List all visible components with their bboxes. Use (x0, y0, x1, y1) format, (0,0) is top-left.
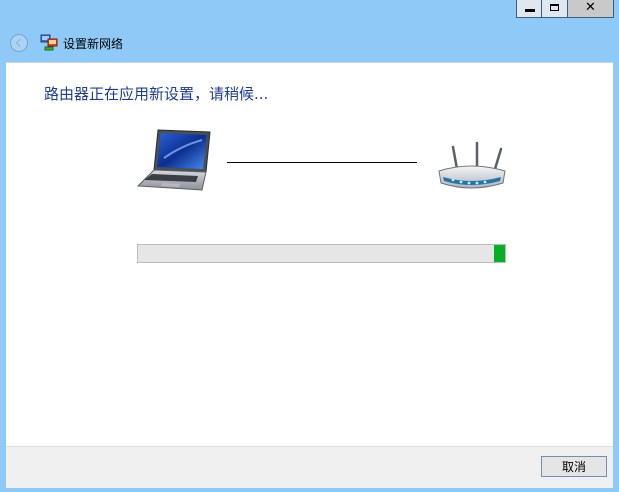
back-button[interactable] (10, 34, 28, 52)
cancel-button[interactable]: 取消 (541, 456, 607, 477)
network-setup-icon (40, 34, 58, 51)
progress-bar (137, 244, 506, 263)
minimize-icon (525, 9, 535, 12)
window-controls: ✕ (516, 0, 614, 18)
status-heading: 路由器正在应用新设置，请稍候... (44, 85, 269, 103)
progress-indicator (494, 245, 505, 262)
close-icon: ✕ (585, 0, 596, 15)
router-icon (438, 141, 506, 189)
wizard-content: 路由器正在应用新设置，请稍候... (6, 62, 613, 447)
window-title: 设置新网络 (63, 37, 124, 51)
wizard-footer: 取消 (6, 446, 613, 488)
connection-line (227, 162, 417, 163)
maximize-icon (550, 4, 559, 11)
maximize-button[interactable] (542, 0, 568, 18)
laptop-icon (136, 129, 211, 191)
minimize-button[interactable] (516, 0, 542, 18)
close-button[interactable]: ✕ (568, 0, 614, 18)
